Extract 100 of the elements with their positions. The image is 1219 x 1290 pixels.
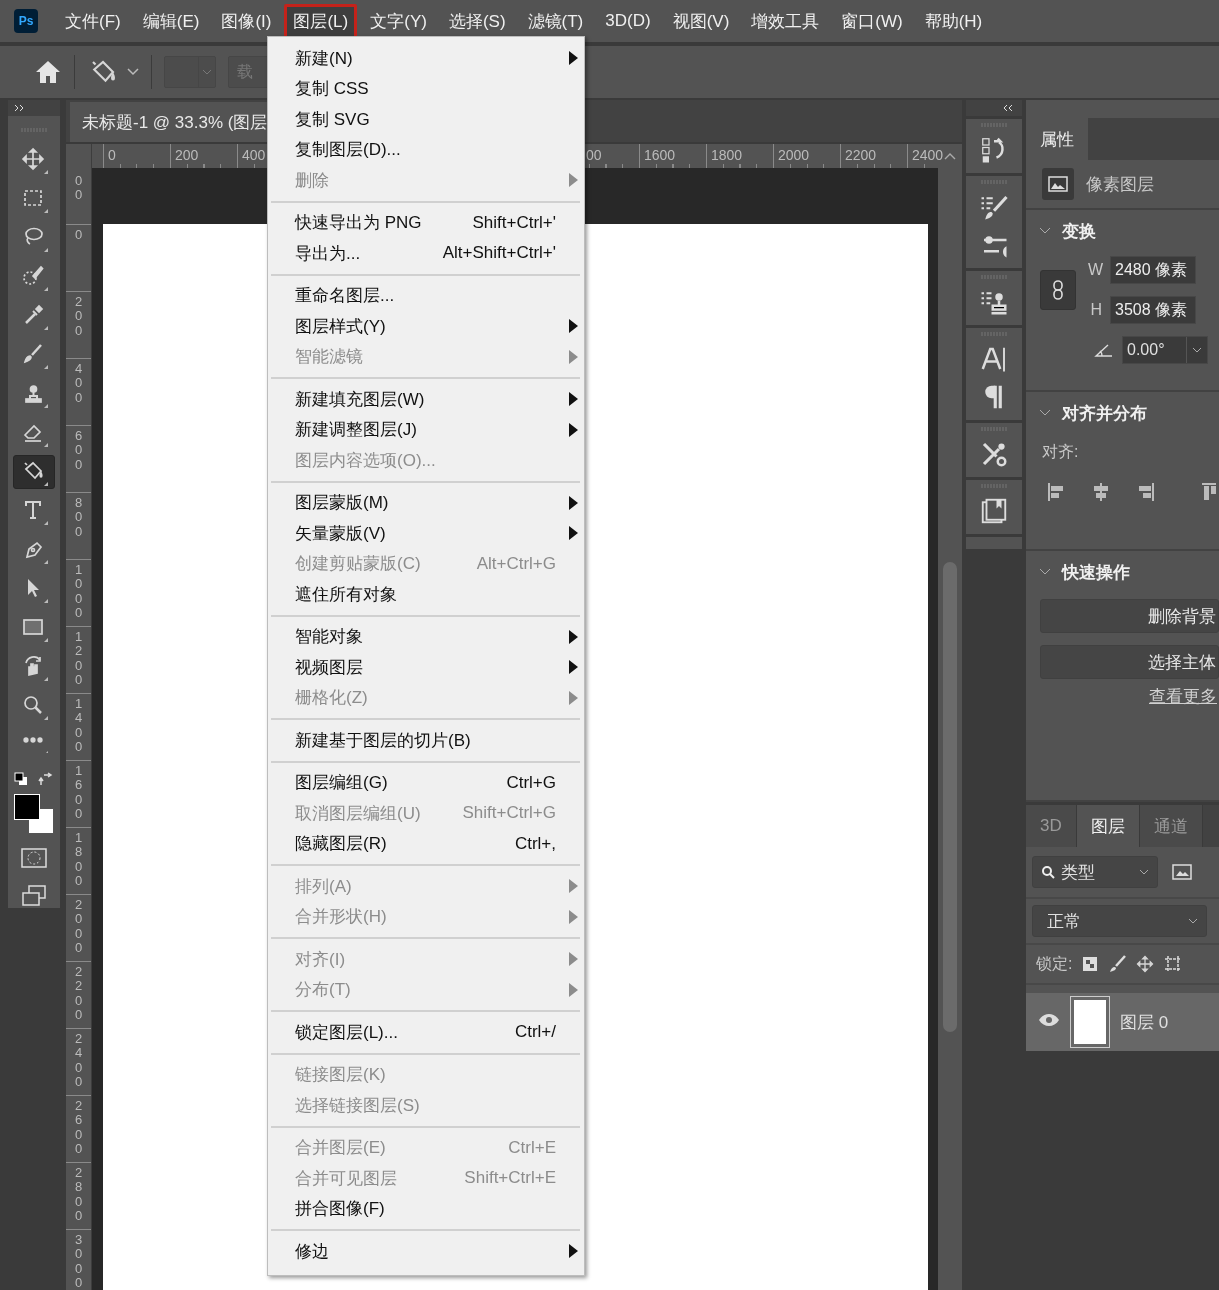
menu-item[interactable]: 视频图层 [268, 652, 584, 683]
image-filter-icon[interactable] [1172, 864, 1192, 880]
screen-mode-icon[interactable] [20, 884, 48, 908]
menu-item[interactable]: 快速导出为 PNG Shift+Ctrl+' [268, 207, 584, 238]
caret-icon [202, 69, 212, 75]
color-swatches[interactable] [12, 792, 56, 836]
menu-item[interactable]: 新建调整图层(J) [268, 414, 584, 445]
menu-item[interactable]: 智能对象 [268, 621, 584, 652]
menu-item[interactable]: 窗口(W) [832, 3, 912, 39]
quick-select-tool-icon [20, 263, 48, 291]
menu-item[interactable]: 编辑(E) [133, 3, 209, 39]
ruler-label: 2600 [75, 1099, 84, 1157]
action-button[interactable]: 删除背景 [1040, 599, 1219, 633]
align-label: 对齐: [1041, 442, 1080, 462]
lock-transparency-icon[interactable] [1082, 956, 1099, 972]
quick-mask-icon[interactable] [20, 846, 48, 870]
more-icon [20, 737, 48, 753]
angle-dropdown[interactable]: 0.00° [1122, 336, 1208, 364]
menu-item[interactable]: 导出为... Alt+Shift+Ctrl+' [268, 238, 584, 269]
ruler-label: 00 [585, 146, 603, 165]
panel-tab[interactable]: 属性 [1026, 118, 1088, 160]
ruler-label: 2400 [75, 1032, 84, 1090]
ruler-label: 2200 [75, 965, 84, 1023]
lock-position-icon[interactable] [1136, 955, 1155, 973]
menu-item[interactable]: 选择(S) [439, 3, 515, 39]
scroll-up-icon[interactable] [944, 152, 956, 160]
layer-name[interactable]: 图层 0 [1120, 1010, 1169, 1034]
menu-item[interactable]: 图层(L) [284, 3, 358, 39]
dock-background [966, 537, 1022, 549]
blend-mode-dropdown[interactable]: 正常 [1032, 905, 1207, 937]
angle-icon [1094, 342, 1114, 358]
caret-icon [1192, 347, 1202, 353]
menu-item[interactable]: 修边 [268, 1236, 584, 1267]
layer-type-label: 像素图层 [1086, 173, 1154, 196]
menu-item[interactable]: 文件(F) [56, 3, 130, 39]
field-label: W [1088, 261, 1102, 279]
ruler-label: 800 [75, 496, 84, 539]
menu-item[interactable]: 新建填充图层(W) [268, 384, 584, 415]
menu-item[interactable]: 拼合图像(F) [268, 1193, 584, 1224]
action-button[interactable]: 选择主体 [1040, 645, 1219, 679]
menu-item[interactable]: 3D(D) [596, 5, 660, 37]
menu-item[interactable]: 增效工具 [742, 3, 829, 39]
swap-colors-icon[interactable] [38, 772, 54, 788]
ruler-label: 1800 [75, 831, 84, 889]
app-logo: Ps [14, 9, 38, 33]
menu-item[interactable]: 遮住所有对象 [268, 579, 584, 610]
ruler-label: 0 [75, 228, 84, 243]
ruler-label: 200 [75, 295, 84, 338]
menu-item[interactable]: 重命名图层... [268, 280, 584, 311]
menu-item[interactable]: 文字(Y) [361, 3, 436, 39]
caret-icon [1139, 869, 1149, 875]
menu-item[interactable]: 隐藏图层(R) Ctrl+, [268, 828, 584, 859]
menu-item[interactable]: 图层编组(G) Ctrl+G [268, 767, 584, 798]
tool-button[interactable] [13, 455, 55, 489]
lock-brush-icon[interactable] [1108, 955, 1127, 973]
menu-item[interactable]: 图层蒙版(M) [268, 487, 584, 518]
ruler-label: 1400 [75, 697, 84, 755]
default-colors-icon[interactable] [14, 772, 28, 786]
menu-item[interactable]: 视图(V) [663, 3, 739, 39]
width-field[interactable]: 2480 像素 [1110, 256, 1196, 284]
height-field[interactable]: 3508 像素 [1110, 296, 1196, 324]
section-title[interactable]: 变换 [1062, 219, 1096, 243]
menu-item[interactable]: 矢量蒙版(V) [268, 518, 584, 549]
home-icon[interactable] [34, 59, 62, 85]
ruler-label: 400 [75, 362, 84, 405]
menu-item[interactable]: 滤镜(T) [518, 3, 593, 39]
lock-label: 锁定: [1036, 953, 1073, 974]
expand-icon[interactable] [14, 104, 26, 112]
menu-item[interactable]: 新建(N) [268, 43, 584, 74]
collapse-icon[interactable] [1002, 104, 1014, 112]
link-button[interactable] [1040, 270, 1076, 310]
ruler-label: 3000 [75, 1233, 84, 1290]
filter-dropdown[interactable]: 类型 [1032, 856, 1158, 888]
artboard-icon[interactable] [979, 496, 1009, 526]
ruler-label: 00 [75, 174, 84, 203]
caret-icon[interactable] [127, 68, 139, 76]
eye-icon[interactable] [1038, 1013, 1060, 1027]
menu-item[interactable]: 复制 CSS [268, 73, 584, 104]
see-more-link[interactable]: 查看更多 [1149, 685, 1219, 708]
menu-item[interactable]: 帮助(H) [915, 3, 992, 39]
move-tool-icon [20, 146, 48, 174]
panel-tab[interactable]: 图层 [1076, 805, 1140, 847]
ruler-label: 600 [75, 429, 84, 472]
ruler-label: 1600 [75, 764, 84, 822]
layer-thumbnail [1070, 996, 1110, 1048]
section-title[interactable]: 快速操作 [1062, 560, 1130, 584]
menu-item[interactable]: 图层样式(Y) [268, 311, 584, 342]
menu-item[interactable]: 新建基于图层的切片(B) [268, 725, 584, 756]
section-title[interactable]: 对齐并分布 [1062, 401, 1147, 425]
ruler-label: 2800 [75, 1166, 84, 1224]
lock-artboard-icon[interactable] [1164, 955, 1183, 973]
link-icon [1051, 279, 1065, 301]
menu-item[interactable]: 锁定图层(L)... Ctrl+/ [268, 1017, 584, 1048]
align-top-icon[interactable] [1202, 481, 1216, 503]
menu-item[interactable]: 图像(I) [212, 3, 281, 39]
scrollbar-thumb[interactable] [943, 562, 957, 1032]
layer-row[interactable]: 图层 0 [1026, 993, 1219, 1051]
ruler-label: 1200 [75, 630, 84, 688]
field-label: H [1089, 301, 1102, 319]
ruler-label: 2000 [75, 898, 84, 956]
